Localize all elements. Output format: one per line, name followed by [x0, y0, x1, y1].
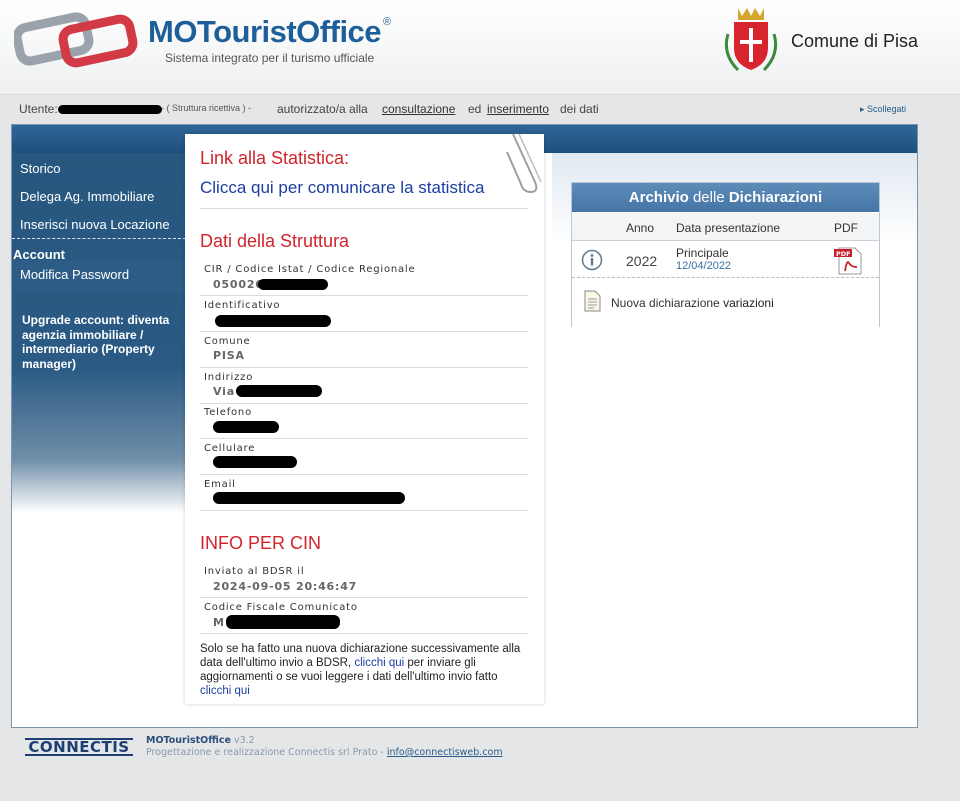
sidebar: Storico Delega Ag. Immobiliare Inserisci… — [12, 153, 186, 513]
document-icon — [584, 290, 601, 312]
insertion-link[interactable]: inserimento — [487, 102, 549, 116]
row-type: Principale — [676, 246, 729, 260]
field-label-indirizzo: Indirizzo — [204, 372, 254, 383]
field-label-telefono: Telefono — [204, 407, 252, 418]
redacted-value — [213, 492, 405, 504]
app-header: MOTouristOffice ® Sistema integrato per i… — [0, 0, 960, 95]
cin-heading: INFO PER CIN — [200, 533, 322, 553]
footer-product: MOTouristOffice — [146, 735, 231, 746]
divider — [200, 510, 528, 511]
statistics-heading: Link alla Statistica: — [200, 148, 350, 168]
sidebar-upgrade-link[interactable]: Upgrade account: diventa agenzia immobil… — [22, 313, 172, 371]
field-value-codice-fiscale: M — [213, 616, 225, 629]
field-label-email: Email — [204, 479, 236, 490]
divider — [200, 597, 528, 598]
redacted-value — [213, 421, 279, 433]
clicchi-qui-link-last[interactable]: clicchi qui — [200, 685, 250, 697]
divider — [200, 367, 528, 368]
field-label-comune: Comune — [204, 336, 251, 347]
redacted-value — [226, 615, 340, 629]
sidebar-item-delega[interactable]: Delega Ag. Immobiliare — [20, 189, 154, 204]
archive-title: Archivio delle Dichiarazioni — [572, 183, 879, 212]
table-row: 2022 Principale 12/04/2022 PDF — [572, 242, 879, 278]
field-label-cellulare: Cellulare — [204, 443, 256, 454]
divider — [200, 403, 528, 404]
consultation-link[interactable]: consultazione — [382, 102, 455, 116]
field-value-comune: PISA — [213, 349, 245, 362]
user-role: - ( Struttura ricettiva ) - — [161, 103, 252, 113]
redacted-value — [258, 279, 328, 290]
divider — [200, 295, 528, 296]
pdf-icon[interactable]: PDF — [833, 245, 863, 275]
cin-note: Solo se ha fatto una nuova dichiarazione… — [200, 642, 530, 698]
sidebar-divider — [12, 238, 186, 239]
connectis-logo: CONNECTIS — [25, 738, 133, 756]
field-value-indirizzo: Via — [213, 385, 235, 398]
arrow-right-icon: ▸ — [860, 104, 868, 114]
divider — [200, 331, 528, 332]
row-year: 2022 — [626, 253, 658, 269]
divider — [200, 438, 528, 439]
col-pdf: PDF — [834, 221, 858, 235]
sidebar-item-nuova-locazione[interactable]: Inserisci nuova Locazione — [20, 217, 170, 232]
row-date: 12/04/2022 — [676, 260, 732, 272]
divider — [200, 208, 528, 209]
chain-logo-icon — [14, 12, 138, 68]
info-icon[interactable] — [581, 249, 603, 271]
structure-heading: Dati della Struttura — [200, 231, 350, 251]
sidebar-item-label: Modifica Password — [20, 267, 130, 282]
col-data: Data presentazione — [676, 221, 781, 235]
and-text: ed — [468, 102, 482, 116]
new-declaration-label: Nuova dichiarazione variazioni — [611, 296, 774, 310]
redacted-value — [213, 456, 297, 468]
redacted-value — [236, 385, 322, 397]
municipality-name: Comune di Pisa — [791, 31, 919, 51]
col-anno: Anno — [626, 221, 655, 235]
brand-tagline: Sistema integrato per il turismo ufficia… — [165, 51, 375, 65]
paperclip-icon — [506, 133, 542, 194]
svg-text:PDF: PDF — [836, 250, 851, 258]
user-label: Utente: — [19, 102, 58, 116]
footer-credits: MOTouristOffice v3.2 Progettazione e rea… — [146, 735, 503, 759]
field-label-codice-fiscale: Codice Fiscale Comunicato — [204, 602, 358, 613]
logout-link[interactable]: ▸ Scollegati — [860, 104, 906, 115]
sidebar-item-modifica-password[interactable]: Modifica Password — [12, 260, 186, 292]
footer-version: v3.2 — [233, 735, 255, 746]
new-declaration-variations[interactable]: Nuova dichiarazione variazioni — [572, 283, 879, 323]
coat-of-arms-icon — [724, 8, 778, 72]
field-label-cir: CIR / Codice Istat / Codice Regionale — [204, 264, 416, 275]
field-label-identificativo: Identificativo — [204, 300, 281, 311]
data-text: dei dati — [560, 102, 599, 116]
sidebar-item-storico[interactable]: Storico — [20, 161, 60, 176]
brand-title: MOTouristOffice ® — [148, 14, 391, 49]
redacted-username — [58, 105, 162, 114]
authorized-text: autorizzato/a alla — [277, 102, 368, 116]
field-value-bdsr: 2024-09-05 20:46:47 — [213, 580, 358, 593]
archive-column-headers: Anno Data presentazione PDF — [572, 213, 879, 241]
field-value-cir: 050026 — [213, 278, 264, 291]
field-label-bdsr: Inviato al BDSR il — [204, 566, 305, 577]
footer-credits-text: Progettazione e realizzazione Connectis … — [146, 747, 384, 758]
divider — [200, 474, 528, 475]
archive-panel: Archivio delle Dichiarazioni Anno Data p… — [571, 182, 880, 327]
redacted-value — [215, 315, 331, 327]
statistics-link[interactable]: Clicca qui per comunicare la statistica — [200, 178, 484, 198]
divider — [200, 633, 528, 634]
clicchi-qui-link[interactable]: clicchi qui — [354, 657, 404, 669]
footer-email-link[interactable]: info@connectisweb.com — [387, 747, 503, 758]
user-bar: Utente: - ( Struttura ricettiva ) - auto… — [0, 96, 960, 122]
